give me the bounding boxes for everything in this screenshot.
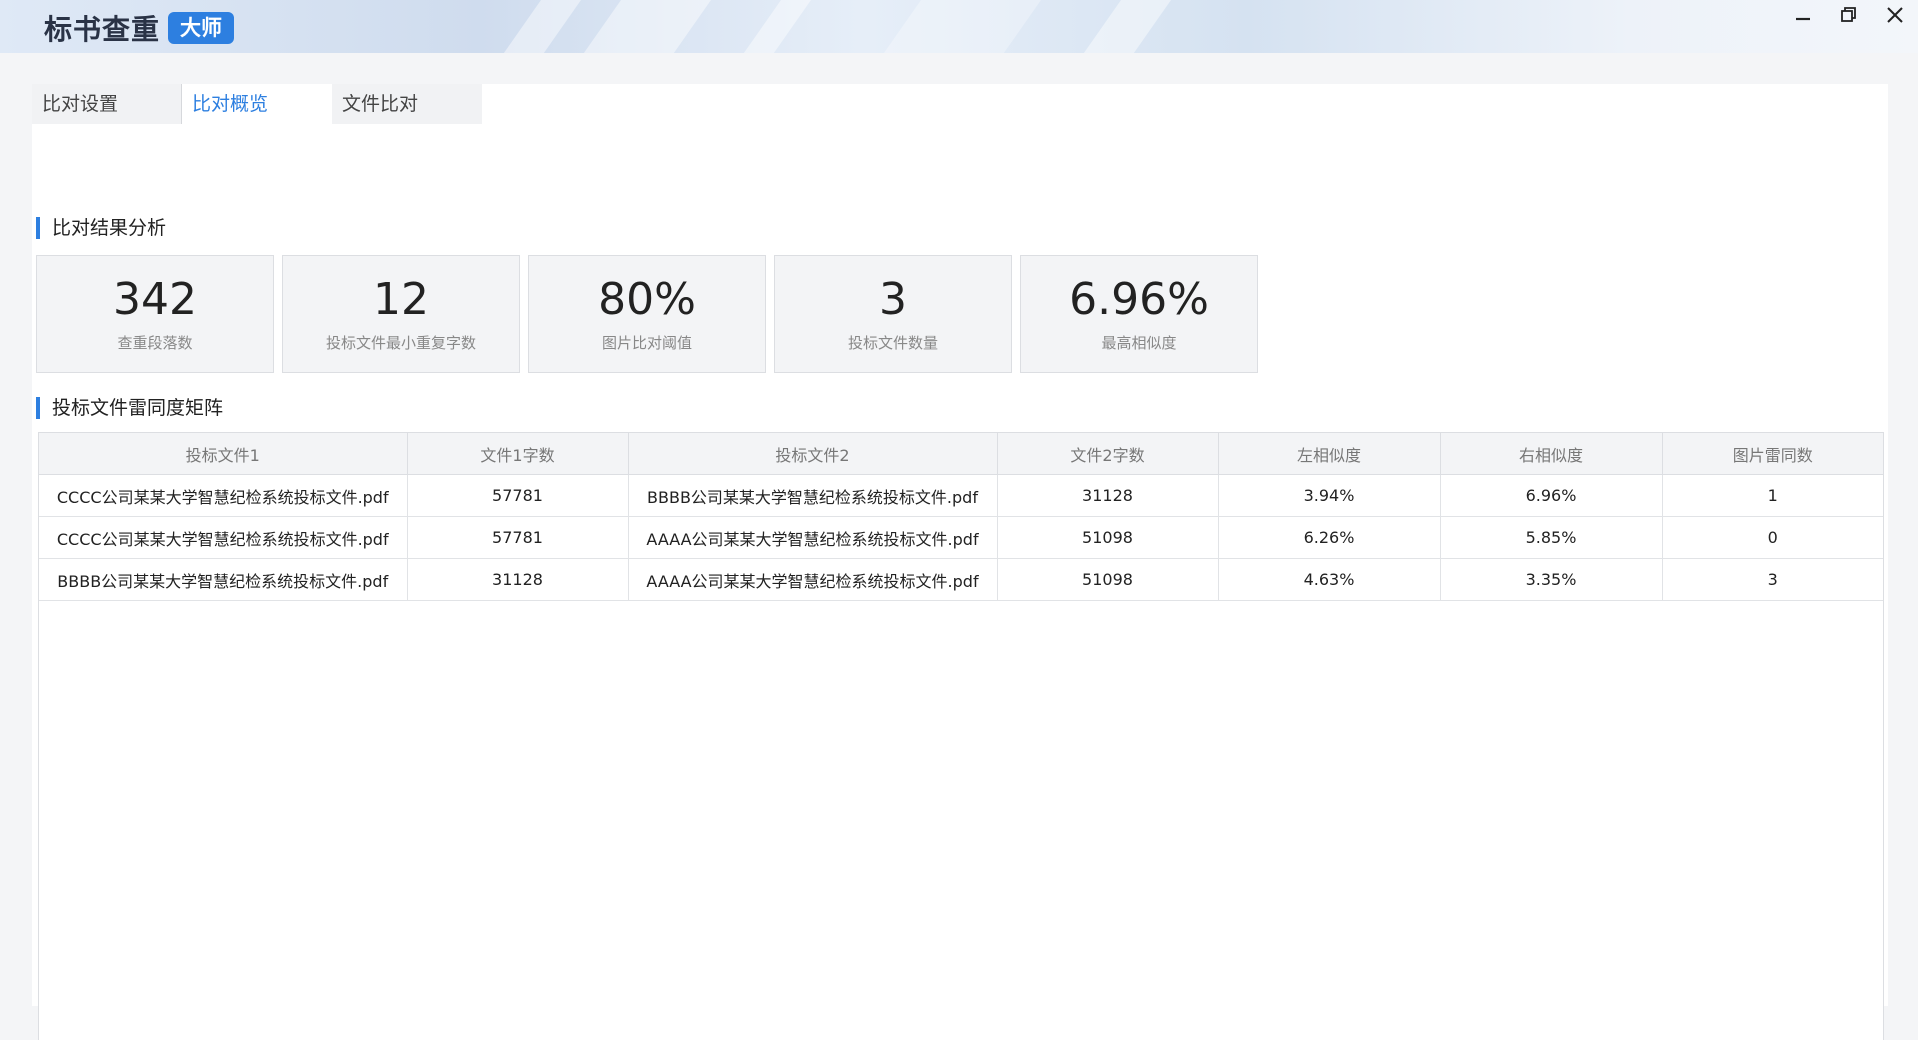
stat-value: 6.96% [1069, 274, 1209, 325]
stat-card-min-repeat-words: 12 投标文件最小重复字数 [282, 255, 520, 373]
table-cell: 5.85% [1440, 516, 1663, 559]
stat-value: 80% [598, 274, 696, 325]
table-cell: 57781 [407, 516, 629, 559]
stat-label: 投标文件数量 [847, 334, 938, 352]
table-row[interactable]: CCCC公司某某大学智慧纪检系统投标文件.pdf 57781 BBBB公司某某大… [39, 474, 1883, 517]
title-bar: 标书查重 大师 [0, 0, 1918, 53]
main-panel: 比对设置 比对概览 文件比对 比对结果分析 342 查重段落数 12 投标文件最… [32, 84, 1888, 1040]
stat-cards: 342 查重段落数 12 投标文件最小重复字数 80% 图片比对阈值 3 投标文… [36, 255, 1266, 373]
table-header-row: 投标文件1 文件1字数 投标文件2 文件2字数 左相似度 右相似度 图片雷同数 [39, 433, 1883, 475]
table-cell: 31128 [997, 474, 1219, 517]
stat-label: 图片比对阈值 [601, 334, 692, 352]
table-cell: 0 [1662, 516, 1883, 559]
minimize-button[interactable] [1780, 0, 1826, 30]
table-cell: 51098 [997, 558, 1219, 601]
table-cell: 4.63% [1218, 558, 1441, 601]
matrix-section-title: 投标文件雷同度矩阵 [36, 397, 223, 419]
column-header[interactable]: 投标文件2 [628, 433, 998, 475]
restore-button[interactable] [1826, 0, 1872, 30]
tab-compare-overview[interactable]: 比对概览 [182, 84, 332, 124]
stat-label: 投标文件最小重复字数 [325, 334, 476, 352]
table-cell: CCCC公司某某大学智慧纪检系统投标文件.pdf [39, 516, 408, 559]
table-cell: CCCC公司某某大学智慧纪检系统投标文件.pdf [39, 474, 408, 517]
column-header[interactable]: 文件1字数 [407, 433, 629, 475]
stat-value: 12 [373, 274, 429, 325]
column-header[interactable]: 右相似度 [1440, 433, 1663, 475]
table-cell: 1 [1662, 474, 1883, 517]
table-row[interactable]: BBBB公司某某大学智慧纪检系统投标文件.pdf 31128 AAAA公司某某大… [39, 558, 1883, 601]
table-cell: 6.26% [1218, 516, 1441, 559]
stat-value: 3 [879, 274, 907, 325]
table-cell: 57781 [407, 474, 629, 517]
table-cell: 31128 [407, 558, 629, 601]
table-cell: BBBB公司某某大学智慧纪检系统投标文件.pdf [628, 474, 998, 517]
tab-bar: 比对设置 比对概览 文件比对 [32, 84, 482, 124]
table-cell: AAAA公司某某大学智慧纪检系统投标文件.pdf [628, 558, 998, 601]
stat-card-image-threshold: 80% 图片比对阈值 [528, 255, 766, 373]
app-name: 标书查重 [44, 13, 161, 46]
app-window: 标书查重 大师 比对设置 比对概览 文件比对 比对结果分析 342 查重段落数 … [0, 0, 1918, 1040]
close-button[interactable] [1872, 0, 1918, 30]
stat-value: 342 [113, 274, 197, 325]
table-cell: 3.94% [1218, 474, 1441, 517]
similarity-matrix-table: 投标文件1 文件1字数 投标文件2 文件2字数 左相似度 右相似度 图片雷同数 … [38, 432, 1884, 1040]
window-controls [1780, 0, 1918, 30]
minimize-icon [1796, 17, 1810, 21]
app-tag-badge: 大师 [168, 12, 235, 44]
column-header[interactable]: 左相似度 [1218, 433, 1441, 475]
table-cell: 3.35% [1440, 558, 1663, 601]
table-cell: 6.96% [1440, 474, 1663, 517]
table-cell: AAAA公司某某大学智慧纪检系统投标文件.pdf [628, 516, 998, 559]
table-row[interactable]: CCCC公司某某大学智慧纪检系统投标文件.pdf 57781 AAAA公司某某大… [39, 516, 1883, 559]
stat-card-max-similarity: 6.96% 最高相似度 [1020, 255, 1258, 373]
stat-card-paragraph-count: 342 查重段落数 [36, 255, 274, 373]
column-header[interactable]: 投标文件1 [39, 433, 408, 475]
column-header[interactable]: 图片雷同数 [1662, 433, 1883, 475]
column-header[interactable]: 文件2字数 [997, 433, 1219, 475]
tab-compare-settings[interactable]: 比对设置 [32, 84, 182, 124]
table-cell: 3 [1662, 558, 1883, 601]
stat-card-file-count: 3 投标文件数量 [774, 255, 1012, 373]
analysis-section-title: 比对结果分析 [36, 217, 166, 239]
stat-label: 最高相似度 [1101, 334, 1177, 352]
table-cell: 51098 [997, 516, 1219, 559]
tab-file-compare[interactable]: 文件比对 [332, 84, 482, 124]
restore-icon [1841, 7, 1856, 22]
app-logo: 标书查重 大师 [44, 8, 235, 48]
stat-label: 查重段落数 [117, 334, 193, 352]
close-icon [1887, 7, 1903, 23]
table-cell: BBBB公司某某大学智慧纪检系统投标文件.pdf [39, 558, 408, 601]
